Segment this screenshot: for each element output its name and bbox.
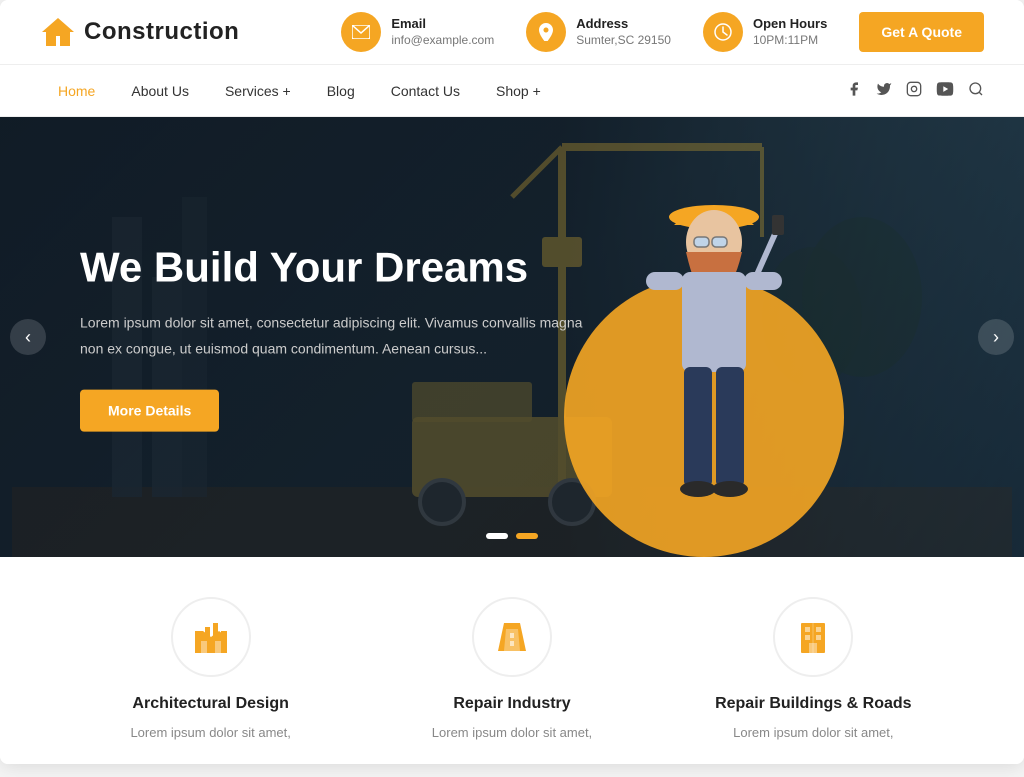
address-icon-circle [526,12,566,52]
top-header: Construction Email info@example.com [0,0,1024,65]
facebook-icon [846,81,862,97]
email-value: info@example.com [391,33,494,47]
building-icon [795,619,831,655]
get-quote-button[interactable]: Get A Quote [859,12,984,52]
facebook-link[interactable] [846,81,862,101]
page-wrapper: Construction Email info@example.com [0,0,1024,764]
youtube-icon [936,82,954,96]
service-card-3: Repair Buildings & Roads Lorem ipsum dol… [663,597,964,744]
search-link[interactable] [968,81,984,101]
instagram-icon [906,81,922,97]
nav-item-shop[interactable]: Shop + [478,67,559,115]
nav-item-services[interactable]: Services + [207,67,309,115]
service-card-1: Architectural Design Lorem ipsum dolor s… [60,597,361,744]
address-info: Address Sumter,SC 29150 [526,12,671,52]
hero-section: We Build Your Dreams Lorem ipsum dolor s… [0,117,1024,557]
slider-dots [486,533,538,539]
road-icon [494,619,530,655]
nav-links: Home About Us Services + Blog Contact Us… [40,67,559,115]
nav-link-home[interactable]: Home [40,67,113,115]
nav-link-contact[interactable]: Contact Us [373,67,478,115]
address-label: Address [576,16,671,31]
service-icon-circle-3 [773,597,853,677]
service-icon-circle-2 [472,597,552,677]
slider-dot-1[interactable] [486,533,508,539]
email-label: Email [391,16,494,31]
youtube-link[interactable] [936,82,954,100]
house-icon [40,14,76,50]
hero-content: We Build Your Dreams Lorem ipsum dolor s… [80,243,600,432]
service-title-1: Architectural Design [80,695,341,713]
service-desc-1: Lorem ipsum dolor sit amet, [80,723,341,744]
header-info: Email info@example.com Address Sumter,SC… [341,12,984,52]
email-icon-circle [341,12,381,52]
service-icon-circle-1 [171,597,251,677]
location-icon [539,23,553,41]
hours-icon-circle [703,12,743,52]
twitter-icon [876,81,892,97]
email-icon [352,25,370,39]
instagram-link[interactable] [906,81,922,101]
navbar: Home About Us Services + Blog Contact Us… [0,65,1024,117]
twitter-link[interactable] [876,81,892,101]
nav-item-home[interactable]: Home [40,67,113,115]
service-title-3: Repair Buildings & Roads [683,695,944,713]
slider-prev-button[interactable]: ‹ [10,319,46,355]
more-details-button[interactable]: More Details [80,389,219,431]
nav-item-contact[interactable]: Contact Us [373,67,478,115]
nav-item-blog[interactable]: Blog [309,67,373,115]
hero-title: We Build Your Dreams [80,243,600,293]
nav-social [846,81,984,101]
slider-next-button[interactable]: › [978,319,1014,355]
hours-label: Open Hours [753,16,827,31]
nav-item-about[interactable]: About Us [113,67,207,115]
address-value: Sumter,SC 29150 [576,33,671,47]
email-text: Email info@example.com [391,16,494,49]
service-desc-2: Lorem ipsum dolor sit amet, [381,723,642,744]
nav-link-about[interactable]: About Us [113,67,207,115]
hours-text: Open Hours 10PM:11PM [753,16,827,49]
service-title-2: Repair Industry [381,695,642,713]
hours-value: 10PM:11PM [753,33,818,47]
email-info: Email info@example.com [341,12,494,52]
nav-link-shop[interactable]: Shop + [478,67,559,115]
slider-dot-2[interactable] [516,533,538,539]
logo-text: Construction [84,18,239,46]
hero-description: Lorem ipsum dolor sit amet, consectetur … [80,311,600,361]
hours-info: Open Hours 10PM:11PM [703,12,827,52]
search-icon [968,81,984,97]
service-card-2: Repair Industry Lorem ipsum dolor sit am… [361,597,662,744]
factory-icon [193,619,229,655]
address-text: Address Sumter,SC 29150 [576,16,671,49]
service-desc-3: Lorem ipsum dolor sit amet, [683,723,944,744]
construction-worker [604,157,824,557]
nav-link-blog[interactable]: Blog [309,67,373,115]
services-section: Architectural Design Lorem ipsum dolor s… [0,557,1024,764]
clock-icon [714,23,732,41]
nav-link-services[interactable]: Services + [207,67,309,115]
logo[interactable]: Construction [40,14,239,50]
